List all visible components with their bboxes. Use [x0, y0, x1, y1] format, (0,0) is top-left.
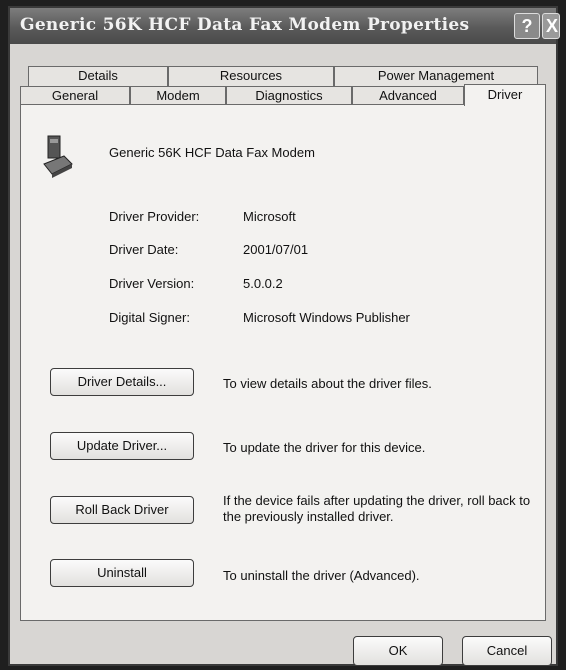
- tab-resources[interactable]: Resources: [168, 66, 334, 86]
- driver-date-label: Driver Date:: [109, 242, 179, 257]
- tab-details[interactable]: Details: [28, 66, 168, 86]
- tab-advanced[interactable]: Advanced: [352, 86, 464, 105]
- tab-diagnostics[interactable]: Diagnostics: [226, 86, 352, 105]
- properties-dialog: Generic 56K HCF Data Fax Modem Propertie…: [8, 6, 560, 666]
- ok-button[interactable]: OK: [353, 636, 443, 666]
- update-driver-description: To update the driver for this device.: [223, 440, 426, 455]
- driver-provider-value: Microsoft: [243, 209, 296, 224]
- digital-signer-value: Microsoft Windows Publisher: [243, 310, 410, 325]
- digital-signer-label: Digital Signer:: [109, 310, 190, 325]
- driver-tab-pane: [20, 104, 546, 621]
- driver-details-description: To view details about the driver files.: [223, 376, 432, 391]
- update-driver-button[interactable]: Update Driver...: [50, 432, 194, 460]
- driver-version-label: Driver Version:: [109, 276, 195, 291]
- window-title: Generic 56K HCF Data Fax Modem Propertie…: [20, 15, 470, 35]
- driver-details-button[interactable]: Driver Details...: [50, 368, 194, 396]
- uninstall-button[interactable]: Uninstall: [50, 559, 194, 587]
- driver-date-value: 2001/07/01: [243, 242, 309, 257]
- close-button[interactable]: X: [542, 13, 560, 39]
- tab-driver[interactable]: Driver: [464, 84, 546, 106]
- device-name: Generic 56K HCF Data Fax Modem: [109, 145, 315, 160]
- modem-icon: [43, 135, 73, 178]
- roll-back-driver-description: If the device fails after updating the d…: [223, 493, 531, 524]
- help-button[interactable]: ?: [514, 13, 540, 39]
- driver-provider-label: Driver Provider:: [109, 209, 200, 224]
- uninstall-description: To uninstall the driver (Advanced).: [223, 568, 420, 583]
- cancel-button[interactable]: Cancel: [462, 636, 552, 666]
- tab-power-management[interactable]: Power Management: [334, 66, 538, 86]
- title-bar[interactable]: Generic 56K HCF Data Fax Modem Propertie…: [10, 8, 560, 44]
- driver-version-value: 5.0.0.2: [243, 276, 283, 291]
- roll-back-driver-button[interactable]: Roll Back Driver: [50, 496, 194, 524]
- tab-modem[interactable]: Modem: [130, 86, 226, 105]
- tab-general[interactable]: General: [20, 86, 130, 105]
